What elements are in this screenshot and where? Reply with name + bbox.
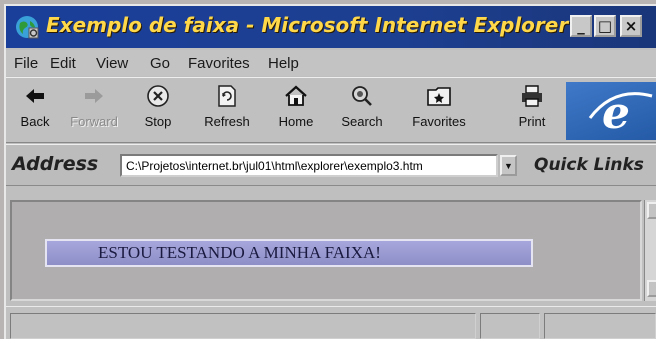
ie-globe-icon (16, 16, 39, 39)
favorites-button[interactable]: Favorites (400, 82, 478, 138)
refresh-label: Refresh (204, 114, 250, 129)
home-icon (281, 82, 311, 110)
refresh-button[interactable]: Refresh (190, 82, 264, 138)
search-button[interactable]: Search (326, 82, 398, 138)
forward-label: Forward (70, 114, 118, 129)
window-title: Exemplo de faixa - Microsoft Internet Ex… (46, 13, 569, 37)
page-content: ESTOU TESTANDO A MINHA FAIXA! (10, 200, 642, 301)
refresh-icon (212, 82, 242, 110)
back-button[interactable]: Back (8, 82, 62, 138)
standard-toolbar: Back Forward Stop Refresh Home Search Fa… (6, 77, 656, 143)
address-dropdown-button[interactable]: ▼ (500, 155, 517, 176)
minimize-button[interactable]: _ (570, 15, 592, 37)
scroll-up-button[interactable] (647, 202, 656, 219)
favorites-label: Favorites (412, 114, 466, 129)
address-bar: Address C:\Projetos\internet.br\jul01\ht… (6, 144, 656, 186)
status-panel-zone (544, 313, 656, 339)
menu-view[interactable]: View (96, 55, 128, 72)
close-button[interactable]: × (620, 15, 642, 37)
maximize-icon: □ (597, 17, 613, 35)
ie-throbber-logo: e (566, 82, 656, 140)
back-label: Back (20, 114, 50, 129)
banner-marquee: ESTOU TESTANDO A MINHA FAIXA! (45, 239, 533, 267)
search-label: Search (341, 114, 383, 129)
status-panel-progress (480, 313, 540, 339)
stop-icon (143, 82, 173, 110)
menu-go[interactable]: Go (150, 55, 170, 72)
printer-icon (517, 82, 547, 110)
back-arrow-icon (20, 82, 50, 110)
menu-bar: File Edit View Go Favorites Help (6, 50, 656, 76)
stop-label: Stop (144, 114, 172, 129)
status-bar (6, 306, 656, 339)
browser-window: Exemplo de faixa - Microsoft Internet Ex… (4, 4, 656, 339)
print-label: Print (518, 114, 546, 129)
home-label: Home (278, 114, 314, 129)
vertical-scrollbar[interactable] (644, 200, 656, 301)
print-button[interactable]: Print (506, 82, 558, 138)
close-icon: × (624, 17, 638, 35)
title-bar: Exemplo de faixa - Microsoft Internet Ex… (6, 6, 656, 48)
scroll-down-button[interactable] (647, 280, 656, 297)
stop-button[interactable]: Stop (130, 82, 186, 138)
search-icon (347, 82, 377, 110)
menu-favorites[interactable]: Favorites (188, 55, 250, 72)
forward-button[interactable]: Forward (62, 82, 126, 138)
maximize-button[interactable]: □ (594, 15, 616, 37)
status-text-panel (10, 313, 476, 339)
menu-file[interactable]: File (14, 55, 38, 72)
forward-arrow-icon (79, 82, 109, 110)
home-button[interactable]: Home (266, 82, 326, 138)
minimize-icon: _ (577, 17, 585, 35)
favorites-folder-icon (424, 82, 454, 110)
address-input[interactable]: C:\Projetos\internet.br\jul01\html\explo… (120, 154, 498, 177)
menu-edit[interactable]: Edit (50, 55, 76, 72)
ie-e-logo-icon: e (588, 88, 653, 139)
address-label: Address (12, 153, 99, 175)
menu-help[interactable]: Help (268, 55, 299, 72)
quick-links-button[interactable]: Quick Links (534, 155, 644, 175)
dropdown-arrow-icon: ▼ (504, 160, 513, 171)
